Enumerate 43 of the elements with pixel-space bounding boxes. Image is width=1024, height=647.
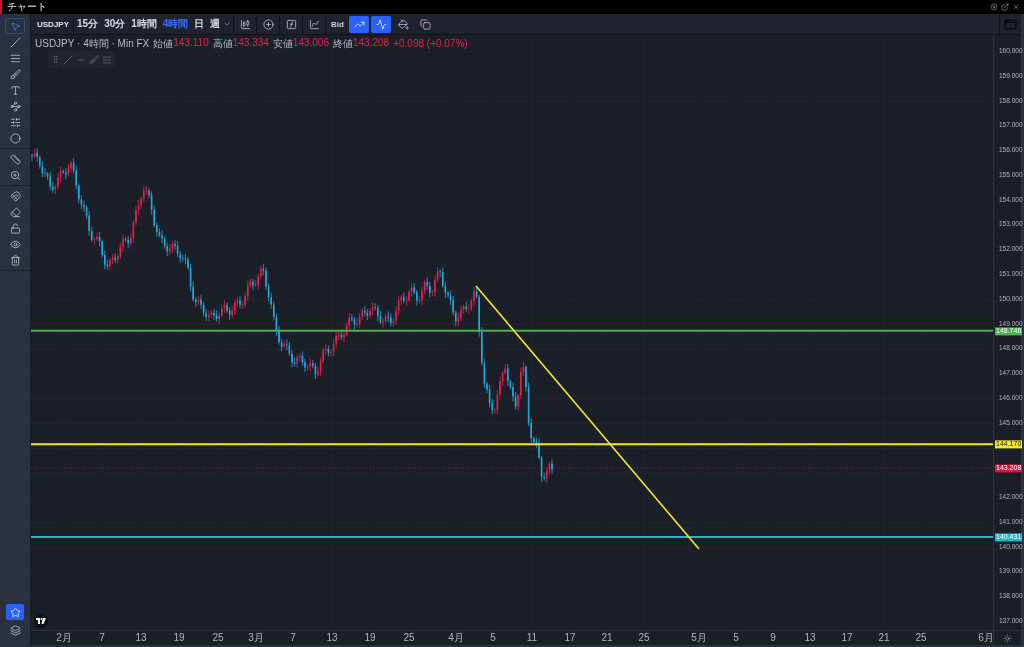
legend-value: 143.110 xyxy=(173,37,209,50)
timeframe-button[interactable]: 30分 xyxy=(101,17,129,31)
date-tick: 5 xyxy=(733,632,739,644)
date-tick: 11 xyxy=(526,632,538,644)
timeframe-button[interactable]: 15分 xyxy=(74,17,102,31)
symbol-button[interactable]: USDJPY xyxy=(33,14,74,34)
date-tick: 7 xyxy=(290,632,296,644)
date-tick: 25 xyxy=(638,632,650,644)
legend-label: 安値 xyxy=(272,37,293,51)
date-tick: 2月 xyxy=(56,632,72,644)
legend-change: +0.098 (+0.07%) xyxy=(393,38,468,49)
legend-value: 143.006 xyxy=(292,37,329,50)
date-tick: 13 xyxy=(804,632,816,644)
date-tick: 25 xyxy=(212,632,224,644)
legend-value: 143.334 xyxy=(232,37,269,50)
window-title: チャート xyxy=(7,1,47,13)
date-tick: 17 xyxy=(841,632,853,644)
date-tick: 9 xyxy=(770,632,776,644)
date-tick: 5 xyxy=(490,632,496,644)
date-tick: 13 xyxy=(326,632,338,644)
timeframe-button[interactable]: 週 xyxy=(207,17,224,31)
date-tick: 4月 xyxy=(448,632,464,644)
timeframe-button[interactable]: 4時間 xyxy=(159,17,192,31)
legend-title: USDJPY · 4時間 · Min FX xyxy=(35,37,150,51)
timeframe-button[interactable]: 1時間 xyxy=(128,17,160,31)
legend-label: 高値 xyxy=(212,37,233,51)
legend-value: 143.208 xyxy=(353,37,390,50)
date-tick: 25 xyxy=(403,632,415,644)
date-tick: 19 xyxy=(173,632,185,644)
timeframe-button[interactable]: 日 xyxy=(191,17,208,31)
date-tick: 7 xyxy=(99,632,105,644)
date-tick: 21 xyxy=(601,632,613,644)
date-tick: 5月 xyxy=(691,632,707,644)
date-tick: 25 xyxy=(915,632,927,644)
date-tick: 19 xyxy=(364,632,376,644)
price-source-button[interactable]: Bid xyxy=(327,15,348,33)
date-tick: 17 xyxy=(564,632,576,644)
date-tick: 13 xyxy=(135,632,147,644)
date-tick: 3月 xyxy=(248,632,264,644)
legend-label: 終値 xyxy=(333,37,353,51)
date-tick: 6月 xyxy=(978,632,994,644)
date-tick: 21 xyxy=(878,632,890,644)
legend-label: 始値 xyxy=(153,37,174,51)
